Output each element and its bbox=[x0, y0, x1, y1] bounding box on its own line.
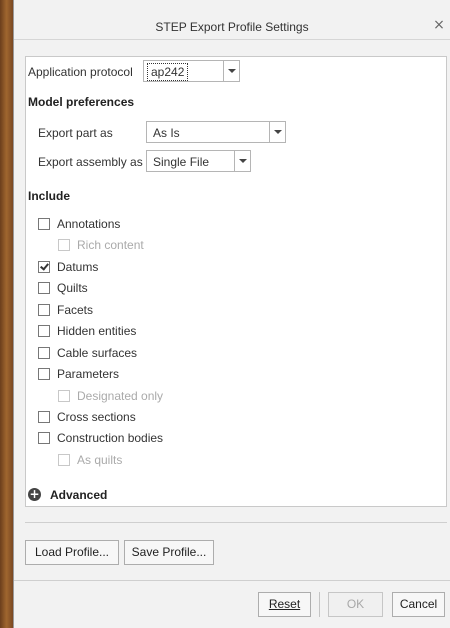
title-bar: STEP Export Profile Settings × bbox=[14, 0, 450, 40]
export-part-label: Export part as bbox=[38, 126, 113, 140]
include-rich-content-checkbox bbox=[58, 239, 70, 251]
include-hidden-entities-label: Hidden entities bbox=[57, 324, 137, 338]
checkmark-icon bbox=[40, 261, 49, 271]
export-assembly-value: Single File bbox=[153, 155, 210, 169]
ok-button[interactable]: OK bbox=[328, 592, 383, 617]
include-cable-surfaces-checkbox[interactable] bbox=[38, 347, 50, 359]
model-preferences-heading: Model preferences bbox=[28, 95, 135, 109]
include-parameters-label: Parameters bbox=[57, 367, 120, 381]
load-profile-button[interactable]: Load Profile... bbox=[25, 540, 119, 565]
export-assembly-label: Export assembly as bbox=[38, 155, 143, 169]
save-profile-button[interactable]: Save Profile... bbox=[124, 540, 214, 565]
include-cross-sections-label: Cross sections bbox=[57, 410, 136, 424]
cancel-button[interactable]: Cancel bbox=[392, 592, 445, 617]
include-hidden-entities-checkbox[interactable] bbox=[38, 325, 50, 337]
application-protocol-value: ap242 bbox=[147, 63, 189, 81]
button-divider bbox=[319, 592, 320, 617]
include-annotations-checkbox[interactable] bbox=[38, 218, 50, 230]
chevron-down-icon[interactable] bbox=[269, 121, 286, 143]
include-designated-only-label: Designated only bbox=[77, 389, 164, 403]
application-protocol-label: Application protocol bbox=[28, 65, 133, 79]
chevron-down-icon[interactable] bbox=[223, 60, 240, 82]
export-assembly-select[interactable]: Single File bbox=[146, 150, 251, 172]
background-window-edge bbox=[0, 0, 13, 628]
dialog-title: STEP Export Profile Settings bbox=[155, 20, 309, 34]
settings-panel: Application protocol ap242 Model prefere… bbox=[25, 56, 447, 507]
include-as-quilts-label: As quilts bbox=[77, 453, 123, 467]
include-facets-checkbox[interactable] bbox=[38, 304, 50, 316]
footer-separator bbox=[14, 580, 450, 581]
chevron-down-icon[interactable] bbox=[234, 150, 251, 172]
include-facets-label: Facets bbox=[57, 303, 94, 317]
include-datums-label: Datums bbox=[57, 260, 99, 274]
export-part-select[interactable]: As Is bbox=[146, 121, 286, 143]
include-construction-bodies-checkbox[interactable] bbox=[38, 432, 50, 444]
advanced-label[interactable]: Advanced bbox=[50, 488, 107, 502]
include-heading: Include bbox=[28, 189, 71, 203]
include-construction-bodies-label: Construction bodies bbox=[57, 431, 164, 445]
plus-circle-icon[interactable]: + bbox=[28, 488, 41, 501]
close-icon[interactable]: × bbox=[431, 17, 447, 33]
include-parameters-checkbox[interactable] bbox=[38, 368, 50, 380]
include-as-quilts-checkbox bbox=[58, 454, 70, 466]
separator bbox=[25, 522, 447, 523]
export-part-value: As Is bbox=[153, 126, 180, 140]
include-annotations-label: Annotations bbox=[57, 217, 121, 231]
step-export-profile-dialog: STEP Export Profile Settings × Applicati… bbox=[13, 0, 450, 628]
include-quilts-label: Quilts bbox=[57, 281, 88, 295]
application-protocol-select[interactable]: ap242 bbox=[143, 60, 240, 82]
reset-label: Reset bbox=[268, 597, 301, 611]
reset-button[interactable]: Reset bbox=[258, 592, 311, 617]
include-cross-sections-checkbox[interactable] bbox=[38, 411, 50, 423]
include-designated-only-checkbox bbox=[58, 390, 70, 402]
include-quilts-checkbox[interactable] bbox=[38, 282, 50, 294]
include-datums-checkbox[interactable] bbox=[38, 261, 50, 273]
include-rich-content-label: Rich content bbox=[77, 238, 144, 252]
include-cable-surfaces-label: Cable surfaces bbox=[57, 346, 138, 360]
